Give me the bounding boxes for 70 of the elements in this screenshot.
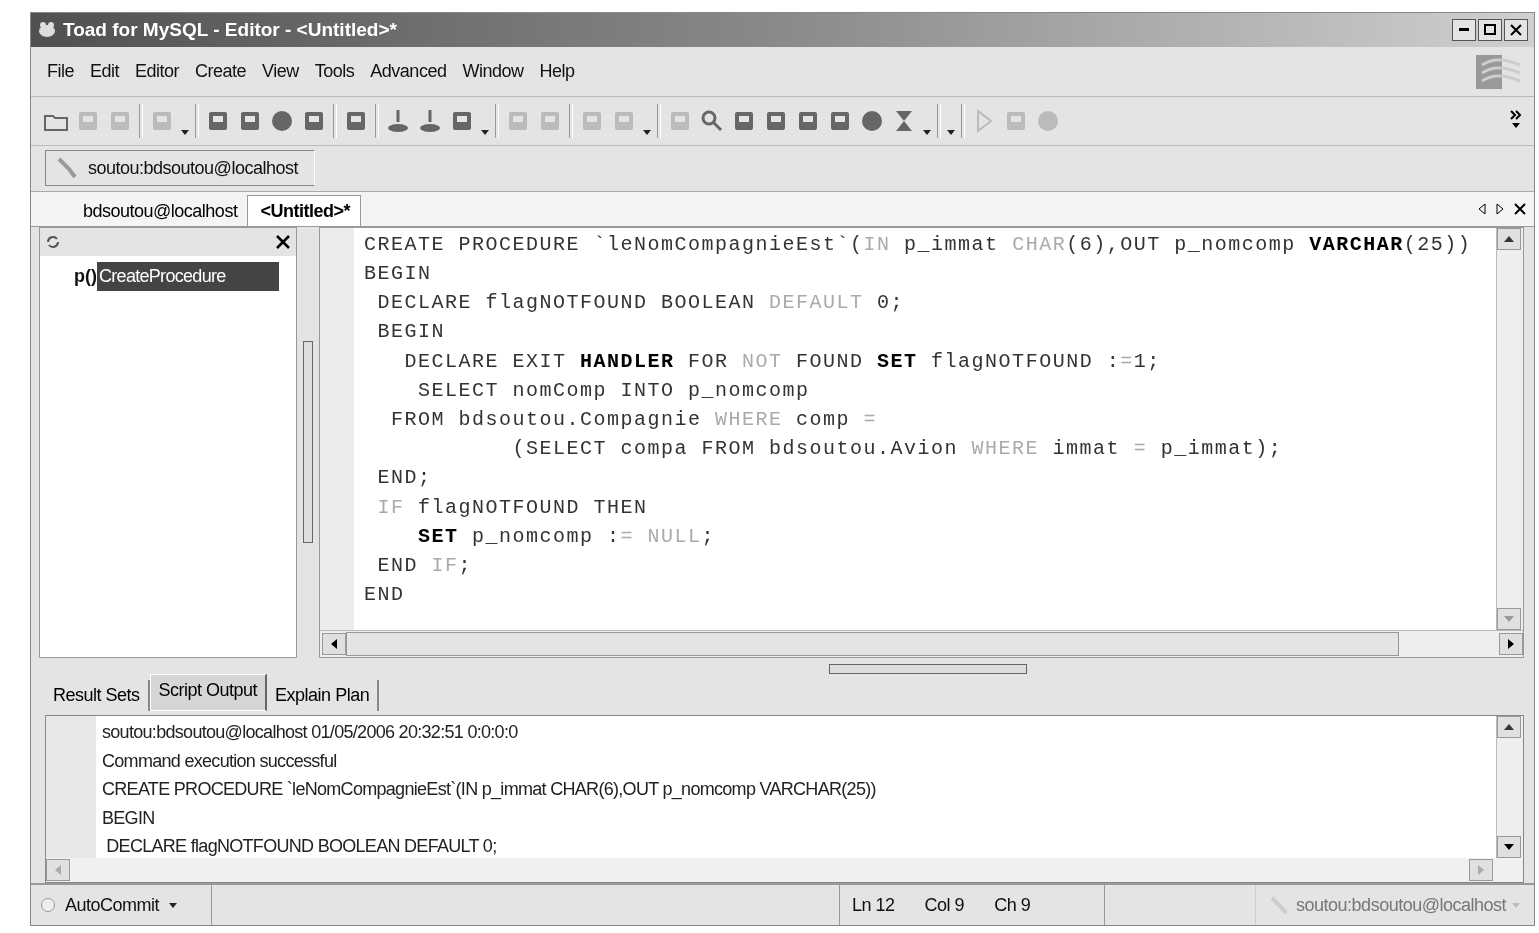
code-line: SET p_nomcomp := NULL; — [417, 523, 717, 550]
scroll-left-icon[interactable] — [1478, 203, 1486, 216]
close-button[interactable] — [1504, 18, 1528, 41]
menu-item[interactable]: Edit — [84, 56, 126, 86]
maximize-icon — [1484, 24, 1496, 36]
minimize-button[interactable] — [1452, 18, 1476, 41]
output-line: CREATE PROCEDURE `leNomCompagnieEst`(IN p_immat CHAR(6),OUT p_nomcomp VARCHAR(25)) — [102, 778, 877, 802]
menu-item[interactable]: Advanced — [364, 56, 453, 86]
menu-item[interactable]: View — [256, 56, 305, 86]
close-icon[interactable] — [276, 234, 290, 249]
scroll-up-icon[interactable] — [1504, 724, 1514, 731]
autocommit-dropdown[interactable]: AutoCommit — [65, 894, 160, 916]
menu-item[interactable]: Editor — [129, 56, 186, 86]
scroll-right-icon[interactable] — [1508, 638, 1514, 649]
window-title: Toad for MySQL - Editor - <Untitled>* — [63, 18, 398, 41]
minimize-icon — [1459, 28, 1469, 32]
code-line: (SELECT compa FROM bdsoutou.Avion WHERE immat = p_immat); — [511, 436, 1284, 463]
connection-label: soutou:bdsoutou@localhost — [88, 157, 298, 179]
code-editor[interactable] — [354, 227, 1496, 630]
output-line: soutou:bdsoutou@localhost 01/05/2006 20:32:51 0:0:0:0 — [102, 721, 519, 745]
scroll-down-icon[interactable] — [1504, 844, 1514, 851]
menu-item[interactable]: Tools — [308, 56, 361, 86]
column-indicator: Col 9 — [924, 894, 965, 916]
close-icon[interactable] — [1514, 203, 1526, 216]
splitter-handle[interactable] — [303, 341, 313, 544]
code-line: END — [364, 582, 406, 609]
scroll-left-icon[interactable] — [331, 638, 337, 649]
menu-item[interactable]: Help — [533, 56, 581, 86]
code-line: BEGIN — [364, 261, 433, 288]
output-tab[interactable]: Script Output — [149, 674, 268, 712]
vertical-scrollbar[interactable] — [1496, 716, 1523, 859]
caret-icon[interactable] — [643, 129, 651, 135]
menu-item[interactable]: File — [41, 56, 80, 86]
output-line: DECLARE flagNOTFOUND BOOLEAN DEFAULT 0; — [105, 835, 498, 859]
refresh-icon[interactable] — [46, 234, 60, 249]
toad-icon — [37, 19, 57, 40]
autocommit-radio[interactable] — [41, 898, 55, 913]
code-line: SELECT nomComp INTO p_nomcomp — [417, 377, 811, 404]
code-line: FROM bdsoutou.Compagnie WHERE comp = — [390, 407, 879, 433]
connection-tab[interactable]: soutou:bdsoutou@localhost — [45, 150, 315, 187]
scroll-right-icon[interactable] — [1496, 203, 1504, 216]
menu-item[interactable]: Create — [189, 56, 253, 86]
char-indicator: Ch 9 — [994, 894, 1031, 916]
menu-item[interactable]: Window — [456, 56, 530, 86]
output-line: Command execution successful — [102, 749, 338, 773]
close-icon — [1510, 23, 1522, 36]
caret-icon[interactable] — [947, 129, 955, 135]
scroll-up-icon[interactable] — [1504, 235, 1514, 242]
code-line: DECLARE EXIT HANDLER FOR NOT FOUND SET flagNOTFOUND :=1; — [403, 348, 1162, 375]
caret-icon[interactable] — [181, 129, 189, 135]
code-line: END; — [376, 465, 433, 492]
code-line: DECLARE flagNOTFOUND BOOLEAN DEFAULT 0; — [376, 290, 906, 317]
horizontal-scrollbar[interactable] — [320, 629, 1523, 657]
document-tab[interactable]: <Untitled>* — [247, 194, 361, 226]
tree-item[interactable]: CreateProcedure — [97, 261, 279, 291]
code-line: IF flagNOTFOUND THEN — [376, 494, 649, 521]
document-tab[interactable]: bdsoutou@localhost — [39, 195, 248, 226]
output-line: BEGIN — [102, 806, 156, 830]
code-line: END IF; — [376, 552, 474, 579]
caret-icon[interactable] — [481, 129, 489, 135]
caret-icon[interactable] — [923, 129, 931, 135]
code-line: CREATE PROCEDURE `leNomCompagnieEst`(IN p_immat CHAR(6),OUT p_nomcomp VARCHAR(25)) — [364, 231, 1473, 258]
line-indicator: Ln 12 — [852, 894, 895, 916]
caret-icon[interactable] — [169, 902, 178, 908]
maximize-button[interactable] — [1478, 18, 1502, 41]
connection-label: soutou:bdsoutou@localhost — [1296, 894, 1506, 916]
vertical-scrollbar[interactable] — [1496, 227, 1523, 630]
code-line: BEGIN — [376, 319, 446, 346]
splitter-handle[interactable] — [828, 663, 1027, 674]
procedure-prefix: p() — [73, 265, 97, 287]
